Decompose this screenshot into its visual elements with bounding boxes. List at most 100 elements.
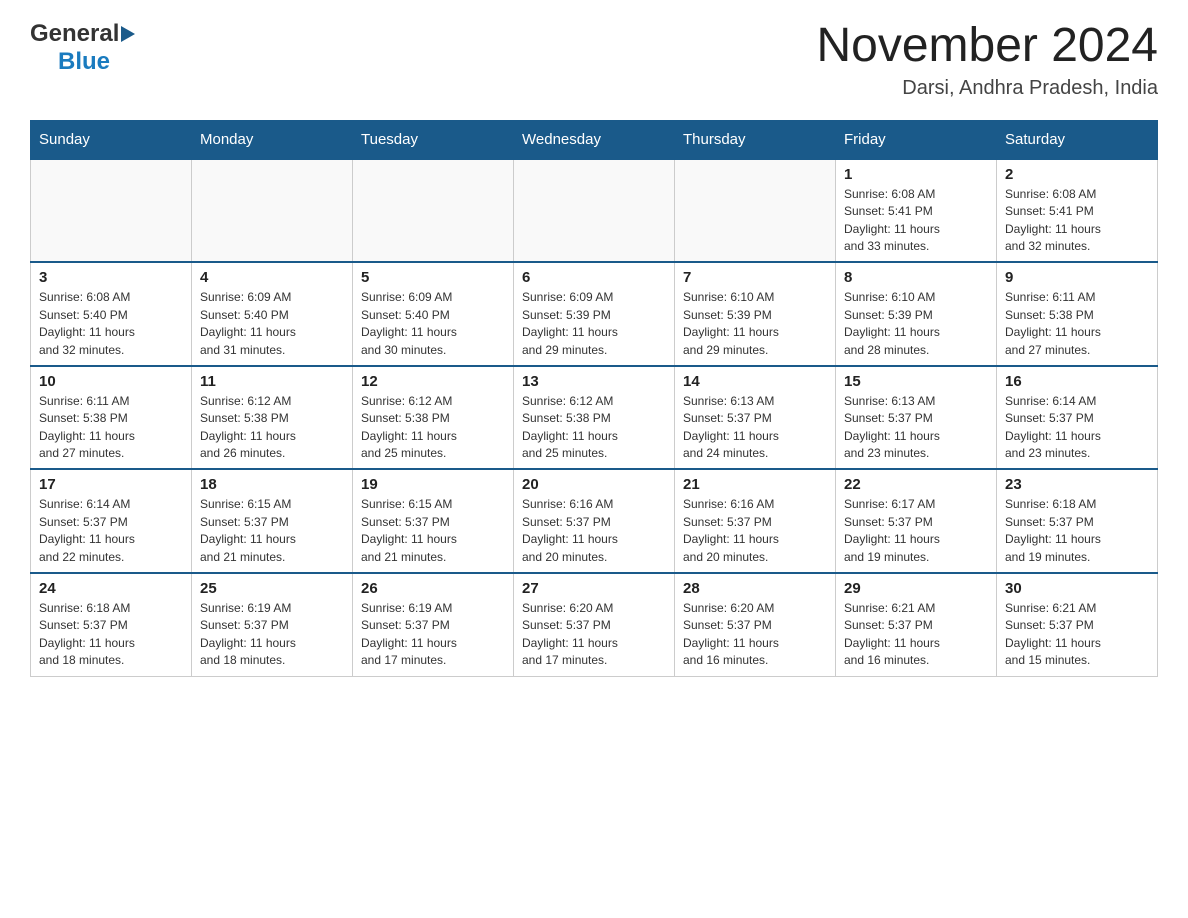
day-number: 24: [39, 580, 183, 597]
table-row: 7 Sunrise: 6:10 AM Sunset: 5:39 PM Daylig…: [675, 262, 836, 366]
day-info: Sunrise: 6:11 AM Sunset: 5:38 PM Dayligh…: [39, 393, 183, 463]
table-row: 29Sunrise: 6:21 AM Sunset: 5:37 PM Dayli…: [836, 573, 997, 676]
day-info: Sunrise: 6:08 AM Sunset: 5:41 PM Dayligh…: [1005, 186, 1149, 256]
table-row: 4Sunrise: 6:09 AM Sunset: 5:40 PM Daylig…: [192, 262, 353, 366]
table-row: 17 Sunrise: 6:14 AM Sunset: 5:37 PM Dayli…: [31, 469, 192, 573]
day-info: Sunrise: 6:12 AM Sunset: 5:38 PM Dayligh…: [361, 393, 505, 463]
day-number: 17: [39, 476, 183, 493]
calendar-header-row: Sunday Monday Tuesday Wednesday Thursday…: [31, 120, 1158, 159]
day-number: 12: [361, 373, 505, 390]
day-number: 2: [1005, 166, 1149, 183]
table-row: 2 Sunrise: 6:08 AM Sunset: 5:41 PM Daylig…: [997, 159, 1158, 263]
table-row: 16Sunrise: 6:14 AM Sunset: 5:37 PM Dayli…: [997, 366, 1158, 470]
day-info: Sunrise: 6:13 AM Sunset: 5:37 PM Dayligh…: [844, 393, 988, 463]
table-row: 13 Sunrise: 6:12 AM Sunset: 5:38 PM Dayli…: [514, 366, 675, 470]
table-row: 23 Sunrise: 6:18 AM Sunset: 5:37 PM Dayli…: [997, 469, 1158, 573]
day-number: 3: [39, 269, 183, 286]
table-row: 12 Sunrise: 6:12 AM Sunset: 5:38 PM Dayli…: [353, 366, 514, 470]
day-number: 28: [683, 580, 827, 597]
calendar-week-row: 1 Sunrise: 6:08 AM Sunset: 5:41 PM Daylig…: [31, 159, 1158, 263]
table-row: 28 Sunrise: 6:20 AM Sunset: 5:37 PM Dayli…: [675, 573, 836, 676]
table-row: 30 Sunrise: 6:21 AM Sunset: 5:37 PM Dayli…: [997, 573, 1158, 676]
day-info: Sunrise: 6:13 AM Sunset: 5:37 PM Dayligh…: [683, 393, 827, 463]
table-row: 27 Sunrise: 6:20 AM Sunset: 5:37 PM Dayli…: [514, 573, 675, 676]
day-info: Sunrise: 6:19 AM Sunset: 5:37 PM Dayligh…: [361, 600, 505, 670]
table-row: 8Sunrise: 6:10 AM Sunset: 5:39 PM Daylig…: [836, 262, 997, 366]
table-row: 5 Sunrise: 6:09 AM Sunset: 5:40 PM Daylig…: [353, 262, 514, 366]
day-info: Sunrise: 6:09 AM Sunset: 5:40 PM Dayligh…: [361, 289, 505, 359]
calendar-subtitle: Darsi, Andhra Pradesh, India: [816, 77, 1158, 100]
day-number: 18: [200, 476, 344, 493]
day-number: 13: [522, 373, 666, 390]
calendar-week-row: 24 Sunrise: 6:18 AM Sunset: 5:37 PM Dayli…: [31, 573, 1158, 676]
day-info: Sunrise: 6:12 AM Sunset: 5:38 PM Dayligh…: [200, 393, 344, 463]
table-row: 20 Sunrise: 6:16 AM Sunset: 5:37 PM Dayli…: [514, 469, 675, 573]
table-row: [192, 159, 353, 263]
day-number: 14: [683, 373, 827, 390]
day-info: Sunrise: 6:10 AM Sunset: 5:39 PM Dayligh…: [844, 289, 988, 359]
day-number: 15: [844, 373, 988, 390]
calendar-week-row: 3 Sunrise: 6:08 AM Sunset: 5:40 PM Daylig…: [31, 262, 1158, 366]
logo: General Blue: [30, 20, 137, 76]
calendar-week-row: 10Sunrise: 6:11 AM Sunset: 5:38 PM Dayli…: [31, 366, 1158, 470]
logo-blue-text: Blue: [58, 48, 110, 75]
calendar-title: November 2024: [816, 20, 1158, 73]
day-number: 25: [200, 580, 344, 597]
day-number: 22: [844, 476, 988, 493]
table-row: [353, 159, 514, 263]
day-info: Sunrise: 6:15 AM Sunset: 5:37 PM Dayligh…: [361, 496, 505, 566]
day-number: 29: [844, 580, 988, 597]
table-row: 19Sunrise: 6:15 AM Sunset: 5:37 PM Dayli…: [353, 469, 514, 573]
col-friday: Friday: [836, 120, 997, 159]
logo-arrow-icon: [119, 24, 137, 44]
table-row: [514, 159, 675, 263]
col-saturday: Saturday: [997, 120, 1158, 159]
table-row: 18 Sunrise: 6:15 AM Sunset: 5:37 PM Dayli…: [192, 469, 353, 573]
day-number: 23: [1005, 476, 1149, 493]
day-number: 7: [683, 269, 827, 286]
day-info: Sunrise: 6:18 AM Sunset: 5:37 PM Dayligh…: [39, 600, 183, 670]
col-tuesday: Tuesday: [353, 120, 514, 159]
logo-general-text: General: [30, 20, 119, 48]
table-row: [31, 159, 192, 263]
page-header: General Blue November 2024 Darsi, Andhra…: [30, 20, 1158, 100]
day-info: Sunrise: 6:20 AM Sunset: 5:37 PM Dayligh…: [522, 600, 666, 670]
table-row: 14 Sunrise: 6:13 AM Sunset: 5:37 PM Dayli…: [675, 366, 836, 470]
day-info: Sunrise: 6:12 AM Sunset: 5:38 PM Dayligh…: [522, 393, 666, 463]
day-info: Sunrise: 6:09 AM Sunset: 5:40 PM Dayligh…: [200, 289, 344, 359]
day-info: Sunrise: 6:16 AM Sunset: 5:37 PM Dayligh…: [683, 496, 827, 566]
day-number: 1: [844, 166, 988, 183]
day-info: Sunrise: 6:10 AM Sunset: 5:39 PM Dayligh…: [683, 289, 827, 359]
table-row: [675, 159, 836, 263]
col-thursday: Thursday: [675, 120, 836, 159]
day-info: Sunrise: 6:16 AM Sunset: 5:37 PM Dayligh…: [522, 496, 666, 566]
table-row: 15 Sunrise: 6:13 AM Sunset: 5:37 PM Dayli…: [836, 366, 997, 470]
table-row: 1 Sunrise: 6:08 AM Sunset: 5:41 PM Daylig…: [836, 159, 997, 263]
day-number: 20: [522, 476, 666, 493]
col-sunday: Sunday: [31, 120, 192, 159]
table-row: 6 Sunrise: 6:09 AM Sunset: 5:39 PM Daylig…: [514, 262, 675, 366]
day-info: Sunrise: 6:11 AM Sunset: 5:38 PM Dayligh…: [1005, 289, 1149, 359]
day-number: 6: [522, 269, 666, 286]
day-info: Sunrise: 6:19 AM Sunset: 5:37 PM Dayligh…: [200, 600, 344, 670]
table-row: 10Sunrise: 6:11 AM Sunset: 5:38 PM Dayli…: [31, 366, 192, 470]
day-info: Sunrise: 6:14 AM Sunset: 5:37 PM Dayligh…: [39, 496, 183, 566]
day-number: 30: [1005, 580, 1149, 597]
day-number: 11: [200, 373, 344, 390]
day-number: 27: [522, 580, 666, 597]
title-section: November 2024 Darsi, Andhra Pradesh, Ind…: [816, 20, 1158, 100]
day-info: Sunrise: 6:14 AM Sunset: 5:37 PM Dayligh…: [1005, 393, 1149, 463]
day-info: Sunrise: 6:08 AM Sunset: 5:41 PM Dayligh…: [844, 186, 988, 256]
col-wednesday: Wednesday: [514, 120, 675, 159]
day-number: 26: [361, 580, 505, 597]
day-info: Sunrise: 6:15 AM Sunset: 5:37 PM Dayligh…: [200, 496, 344, 566]
table-row: 11 Sunrise: 6:12 AM Sunset: 5:38 PM Dayli…: [192, 366, 353, 470]
day-info: Sunrise: 6:21 AM Sunset: 5:37 PM Dayligh…: [1005, 600, 1149, 670]
day-number: 5: [361, 269, 505, 286]
calendar-table: Sunday Monday Tuesday Wednesday Thursday…: [30, 120, 1158, 677]
day-info: Sunrise: 6:18 AM Sunset: 5:37 PM Dayligh…: [1005, 496, 1149, 566]
day-info: Sunrise: 6:20 AM Sunset: 5:37 PM Dayligh…: [683, 600, 827, 670]
day-info: Sunrise: 6:09 AM Sunset: 5:39 PM Dayligh…: [522, 289, 666, 359]
day-number: 9: [1005, 269, 1149, 286]
day-info: Sunrise: 6:08 AM Sunset: 5:40 PM Dayligh…: [39, 289, 183, 359]
